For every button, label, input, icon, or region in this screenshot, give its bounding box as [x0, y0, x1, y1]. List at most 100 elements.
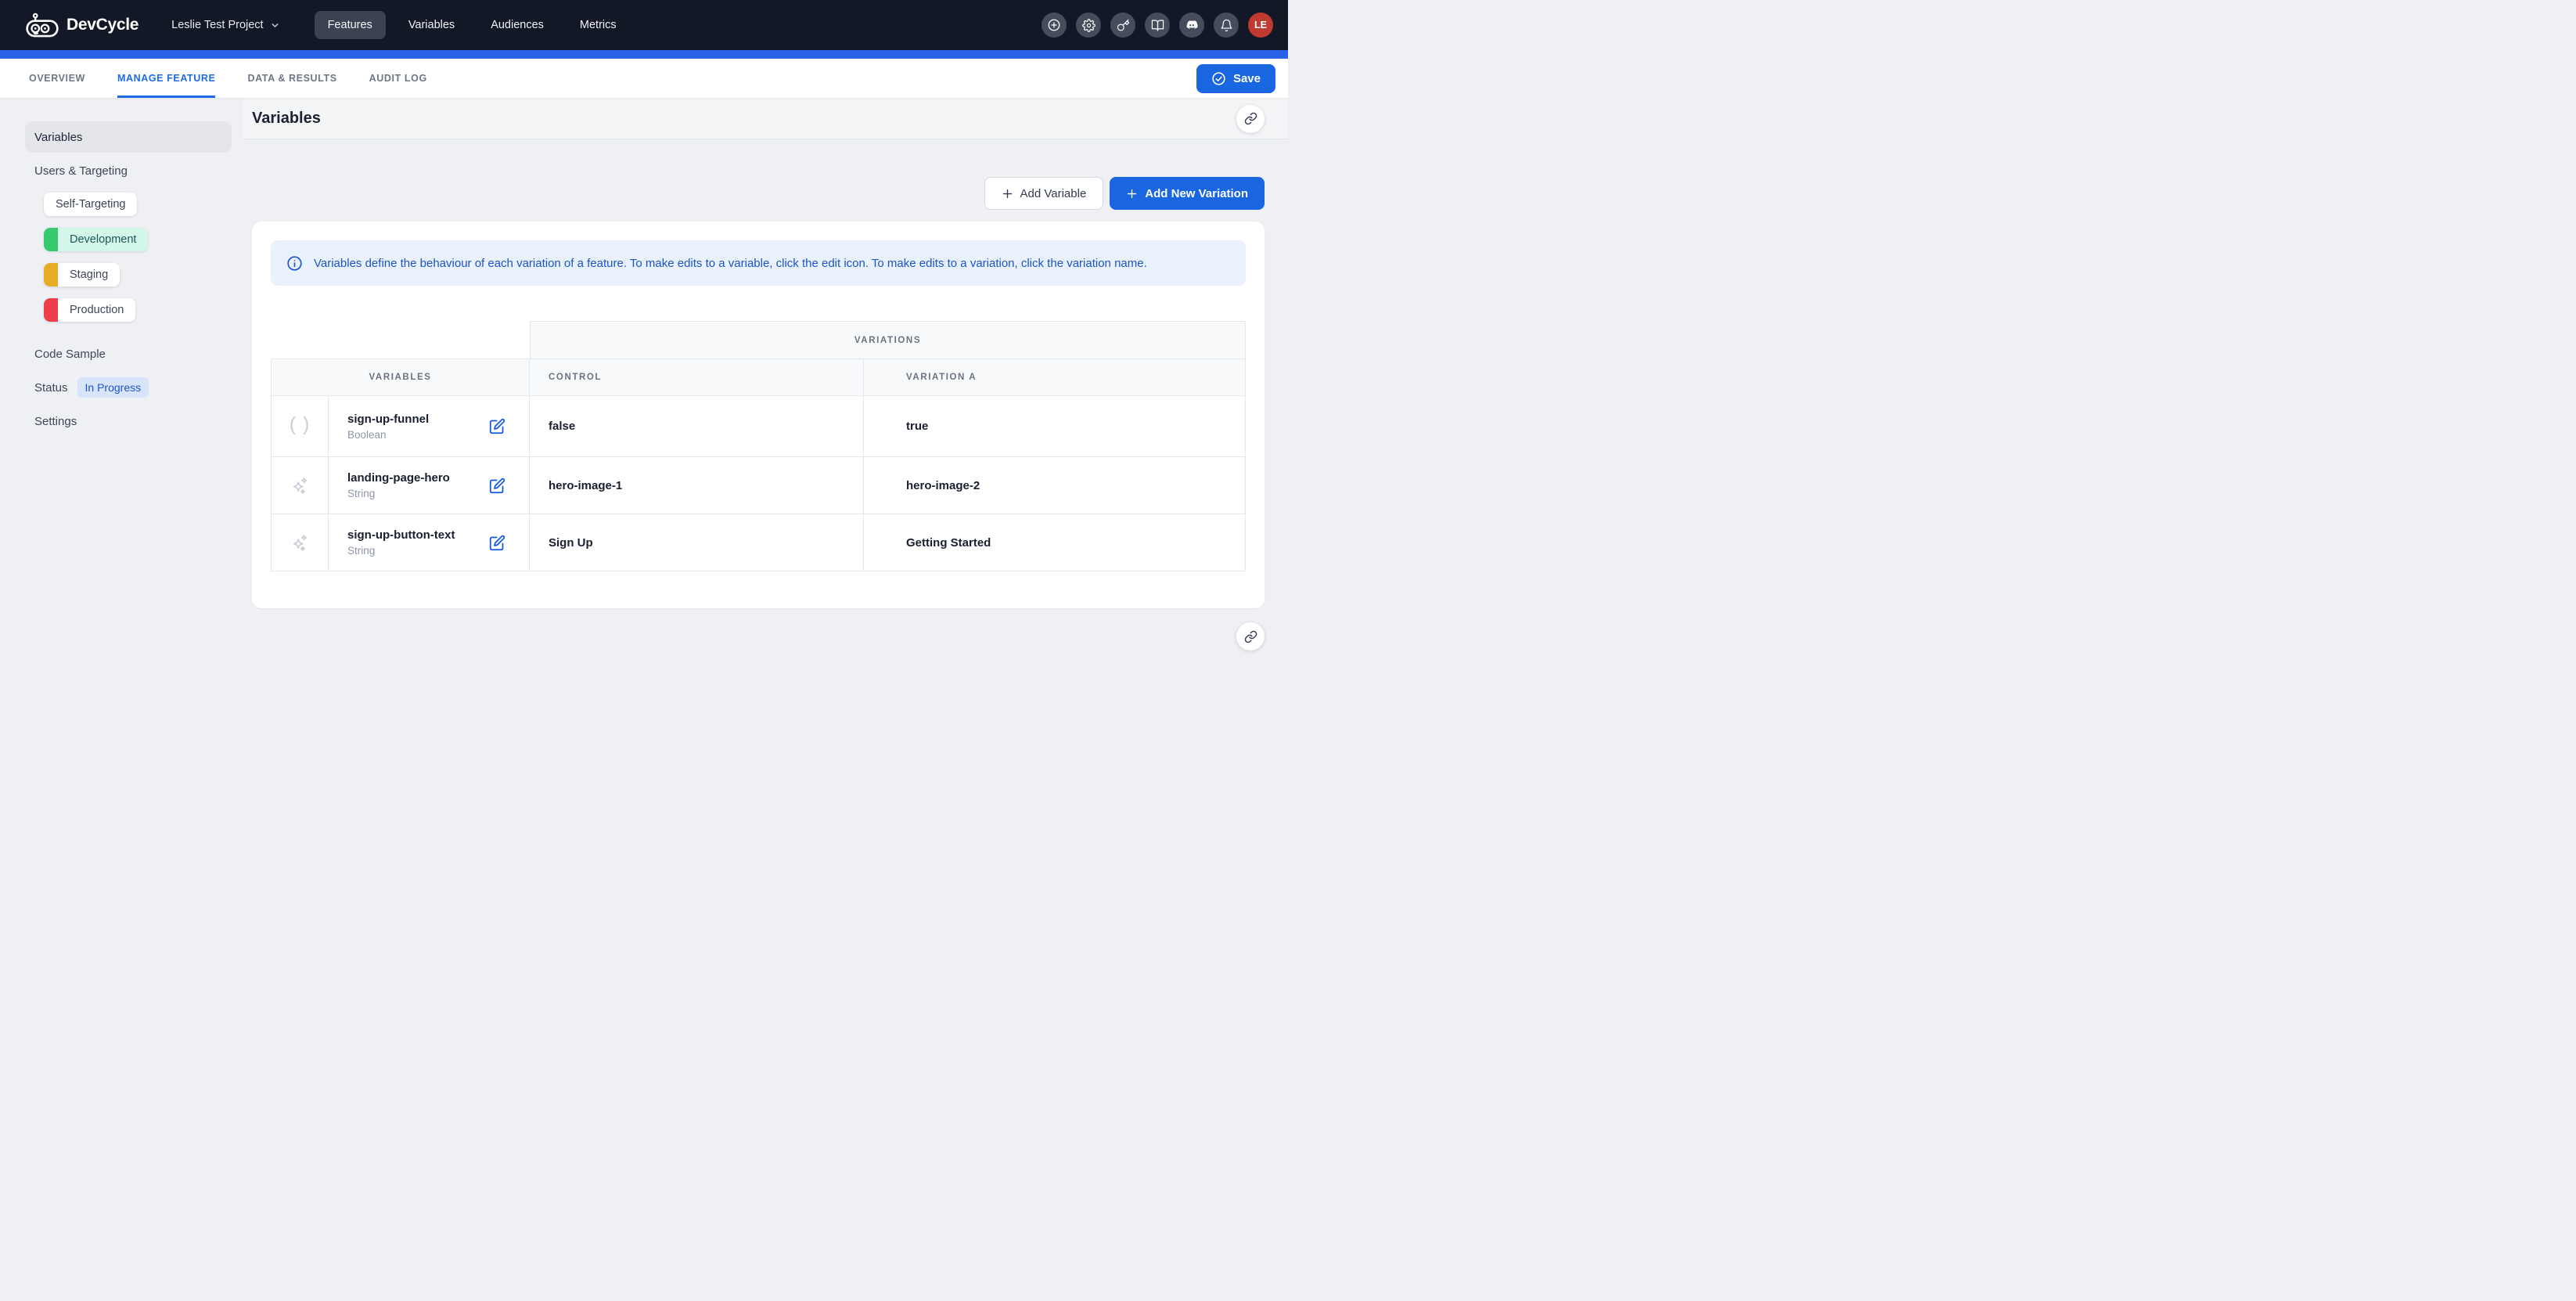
gear-icon — [1082, 19, 1096, 32]
sidebar-item-users-targeting[interactable]: Users & Targeting — [25, 155, 232, 186]
add-variable-button[interactable]: Add Variable — [984, 177, 1104, 210]
status-label: Status — [34, 381, 68, 395]
add-new-variation-label: Add New Variation — [1145, 187, 1248, 200]
column-header-control: CONTROL — [530, 359, 864, 396]
tab-audit-log[interactable]: AUDIT LOG — [369, 59, 427, 98]
variables-card: Variables define the behaviour of each v… — [252, 222, 1265, 608]
variable-name: sign-up-funnel — [347, 413, 429, 426]
variation-a-value: Getting Started — [864, 514, 1246, 571]
plus-icon — [1126, 188, 1138, 200]
table-row-name-cell: landing-page-hero String — [329, 457, 530, 514]
env-label: Self-Targeting — [44, 193, 137, 216]
table-row-icon-cell: ( ) — [271, 396, 329, 457]
table-row-icon-cell — [271, 457, 329, 514]
plus-icon — [1002, 188, 1013, 200]
sidebar-item-code-sample[interactable]: Code Sample — [25, 338, 232, 369]
project-switcher[interactable]: Leslie Test Project — [171, 19, 279, 31]
variable-type: String — [347, 488, 450, 499]
brand-home-link[interactable]: DevCycle — [25, 13, 139, 38]
next-section-partial — [252, 622, 1265, 650]
settings-button[interactable] — [1076, 13, 1101, 38]
user-avatar[interactable]: LE — [1248, 13, 1273, 38]
nav-item-audiences[interactable]: Audiences — [477, 11, 557, 39]
copy-section-link-button[interactable] — [1236, 105, 1265, 133]
variation-a-value: hero-image-2 — [864, 457, 1246, 514]
env-color-bar-staging — [44, 263, 58, 287]
env-label: Production — [58, 298, 135, 322]
table-row-name-cell: sign-up-button-text String — [329, 514, 530, 571]
discord-button[interactable] — [1179, 13, 1204, 38]
tab-data-results[interactable]: DATA & RESULTS — [247, 59, 336, 98]
page-title: Variables — [252, 110, 321, 128]
key-icon — [1117, 19, 1130, 32]
nav-item-features[interactable]: Features — [315, 11, 386, 39]
variations-group-header: VARIATIONS — [530, 321, 1246, 359]
env-color-bar-development — [44, 228, 58, 251]
variables-content: Add Variable Add New Variation — [243, 139, 1288, 650]
api-keys-button[interactable] — [1110, 13, 1135, 38]
navbar-utilities: LE — [1042, 13, 1273, 38]
brand-name: DevCycle — [67, 16, 139, 34]
edit-variable-button[interactable] — [489, 535, 505, 551]
main-panel: Variables Add Variable — [243, 99, 1288, 650]
check-circle-icon — [1211, 71, 1226, 86]
variable-type: Boolean — [347, 429, 429, 441]
env-label: Development — [58, 228, 148, 251]
edit-variable-button[interactable] — [489, 418, 505, 434]
variation-a-value: true — [864, 396, 1246, 457]
chevron-down-icon — [270, 20, 280, 31]
primary-nav: Features Variables Audiences Metrics — [315, 11, 630, 39]
variables-table: VARIATIONS VARIABLES CONTROL VARIATION A… — [271, 321, 1246, 571]
info-icon — [286, 255, 303, 272]
sparkles-icon — [290, 475, 311, 496]
nav-item-variables[interactable]: Variables — [395, 11, 468, 39]
tab-manage-feature[interactable]: MANAGE FEATURE — [117, 59, 216, 98]
sidebar-env-production[interactable]: Production — [44, 298, 135, 322]
book-open-icon — [1151, 19, 1164, 32]
sidebar-item-variables[interactable]: Variables — [25, 121, 232, 153]
top-navbar: DevCycle Leslie Test Project Features Va… — [0, 0, 1288, 50]
docs-button[interactable] — [1145, 13, 1170, 38]
notifications-button[interactable] — [1214, 13, 1239, 38]
status-badge[interactable]: In Progress — [77, 377, 149, 398]
link-icon — [1244, 630, 1257, 643]
variable-name: sign-up-button-text — [347, 528, 455, 542]
info-banner-text: Variables define the behaviour of each v… — [314, 257, 1147, 270]
project-name: Leslie Test Project — [171, 19, 263, 31]
control-value: Sign Up — [530, 514, 864, 571]
edit-pencil-icon — [489, 478, 505, 494]
feature-tab-bar: OVERVIEW MANAGE FEATURE DATA & RESULTS A… — [0, 59, 1288, 99]
sidebar-env-development[interactable]: Development — [44, 228, 148, 251]
sidebar-env-staging[interactable]: Staging — [44, 263, 120, 287]
info-banner: Variables define the behaviour of each v… — [271, 240, 1246, 286]
control-value: false — [530, 396, 864, 457]
column-header-variation-a: VARIATION A — [864, 359, 1246, 396]
sidebar-item-status[interactable]: Status In Progress — [25, 372, 232, 403]
save-button[interactable]: Save — [1196, 64, 1275, 93]
variable-type: String — [347, 545, 455, 557]
actions-row: Add Variable Add New Variation — [252, 177, 1265, 210]
table-row-icon-cell — [271, 514, 329, 571]
nav-item-metrics[interactable]: Metrics — [567, 11, 630, 39]
table-row-name-cell: sign-up-funnel Boolean — [329, 396, 530, 457]
environment-list: Self-Targeting Development Staging — [44, 193, 243, 333]
devcycle-logo-icon — [25, 13, 59, 38]
add-new-variation-button[interactable]: Add New Variation — [1110, 177, 1265, 210]
column-header-variables: VARIABLES — [271, 359, 530, 396]
sidebar-item-settings[interactable]: Settings — [25, 405, 232, 437]
bell-icon — [1220, 19, 1233, 32]
env-label: Staging — [58, 263, 120, 287]
page-loading-bar — [0, 50, 1288, 59]
sparkles-icon — [290, 532, 311, 553]
save-button-label: Save — [1233, 72, 1261, 85]
env-color-bar-production — [44, 298, 58, 322]
edit-pencil-icon — [489, 418, 505, 434]
tab-overview[interactable]: OVERVIEW — [29, 59, 85, 98]
sidebar-env-self-targeting[interactable]: Self-Targeting — [44, 193, 137, 216]
section-header: Variables — [243, 99, 1288, 139]
copy-section-link-button-2[interactable] — [1236, 622, 1265, 650]
add-variable-label: Add Variable — [1020, 187, 1087, 200]
edit-pencil-icon — [489, 535, 505, 551]
edit-variable-button[interactable] — [489, 478, 505, 494]
create-new-button[interactable] — [1042, 13, 1067, 38]
